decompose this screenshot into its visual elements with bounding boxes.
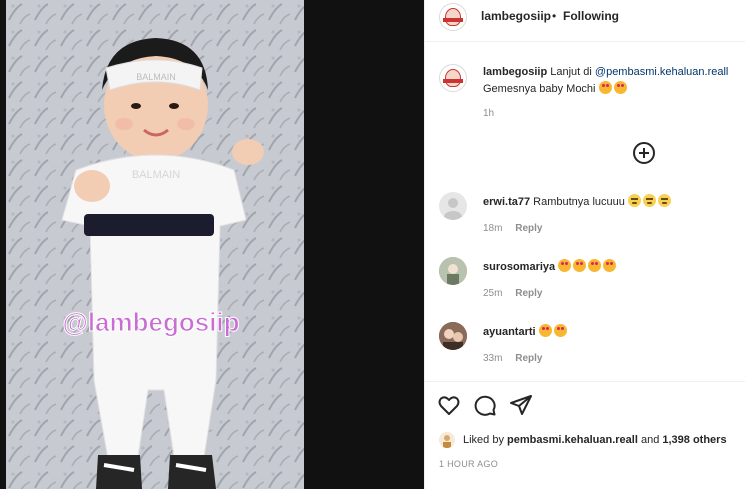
comment-username[interactable]: ayuantarti (483, 326, 536, 338)
post-timestamp[interactable]: 1 HOUR AGO (439, 459, 498, 469)
comment-meta: 25m Reply (483, 288, 542, 299)
comment-item: surosomariya 25m Reply (425, 257, 745, 317)
reply-button[interactable]: Reply (515, 353, 542, 364)
liker-avatar[interactable] (439, 432, 455, 448)
comment-time: 33m (483, 353, 503, 364)
comment-username[interactable]: erwi.ta77 (483, 196, 530, 208)
comment-time: 18m (483, 223, 503, 234)
watermark-text: @lambegosiip (62, 307, 239, 337)
heart-eyes-emoji (603, 259, 617, 272)
comment-meta: 33m Reply (483, 353, 542, 364)
comment-time: 25m (483, 288, 503, 299)
following-button[interactable]: Following (563, 9, 619, 23)
caption-text: Gemesnya baby Mochi (483, 83, 596, 95)
liker-username[interactable]: pembasmi.kehaluan.reall (507, 434, 638, 446)
likes-text: Liked by pembasmi.kehaluan.reall and 1,3… (463, 434, 727, 446)
post-actions (437, 393, 557, 417)
sweat-smile-emoji (657, 194, 671, 207)
comment-body: Rambutnya lucuuu (533, 196, 625, 208)
share-icon[interactable] (509, 393, 533, 417)
onesie-label: BALMAIN (132, 169, 180, 181)
commenter-avatar[interactable] (439, 257, 467, 285)
reply-button[interactable]: Reply (515, 288, 542, 299)
comment-text: erwi.ta77 Rambutnya lucuuu (483, 194, 673, 208)
default-avatar-icon (444, 198, 462, 220)
heart-eyes-emoji (538, 324, 552, 337)
caption-avatar[interactable] (439, 64, 467, 92)
comment-item: erwi.ta77 Rambutnya lucuuu 18m Reply (425, 192, 745, 252)
headband-label: BALMAIN (136, 72, 176, 82)
comment-text: surosomariya (483, 259, 618, 273)
header-separator: • (552, 9, 557, 23)
post-header: lambegosiip • Following (425, 0, 745, 42)
caption-line-1: lambegosiip Lanjut di @pembasmi.kehaluan… (483, 66, 728, 78)
likes-summary: Liked by pembasmi.kehaluan.reall and 1,3… (439, 432, 745, 450)
avatar-photo (439, 322, 467, 350)
comment-username[interactable]: surosomariya (483, 261, 555, 273)
comment-item: ayuantarti 33m Reply (425, 322, 745, 382)
sweat-smile-emoji (642, 194, 656, 207)
liker-avatar-image (439, 432, 455, 448)
heart-eyes-emoji (588, 259, 602, 272)
heart-outline-icon[interactable] (437, 393, 461, 417)
commenter-avatar[interactable] (439, 322, 467, 350)
sweat-smile-emoji (627, 194, 641, 207)
instagram-post-view: BALMAIN BALMAIN @lambegosiip lambegosiip… (0, 0, 745, 489)
baby-photo: BALMAIN BALMAIN @lambegosiip (6, 0, 304, 489)
commenter-avatar[interactable] (439, 192, 467, 220)
caption-username[interactable]: lambegosiip (483, 66, 547, 78)
author-username[interactable]: lambegosiip (481, 9, 551, 23)
post-image[interactable]: BALMAIN BALMAIN @lambegosiip (6, 0, 304, 489)
likes-others-link[interactable]: 1,398 others (662, 434, 726, 446)
heart-eyes-emoji (553, 324, 567, 337)
comment-meta: 18m Reply (483, 223, 542, 234)
caption-mention-link[interactable]: @pembasmi.kehaluan.reall (595, 66, 728, 78)
comment-text: ayuantarti (483, 324, 569, 338)
heart-eyes-emoji (573, 259, 587, 272)
avatar-photo (439, 257, 467, 285)
heart-eyes-emoji (613, 81, 627, 94)
likes-prefix: Liked by (463, 434, 504, 446)
actions-divider (425, 381, 745, 382)
heart-eyes-emoji (558, 259, 572, 272)
author-avatar[interactable] (439, 3, 467, 31)
likes-and: and (640, 434, 660, 446)
backdrop-middle (304, 0, 424, 489)
post-details-panel: lambegosiip • Following lambegosiip Lanj… (424, 0, 745, 489)
caption-prefix: Lanjut di (550, 66, 592, 78)
reply-button[interactable]: Reply (515, 223, 542, 234)
caption-line-2: Gemesnya baby Mochi (483, 81, 629, 95)
load-more-comments-icon[interactable] (633, 142, 655, 164)
comment-icon[interactable] (473, 393, 497, 417)
caption-timestamp: 1h (483, 108, 495, 119)
heart-eyes-emoji (598, 81, 612, 94)
